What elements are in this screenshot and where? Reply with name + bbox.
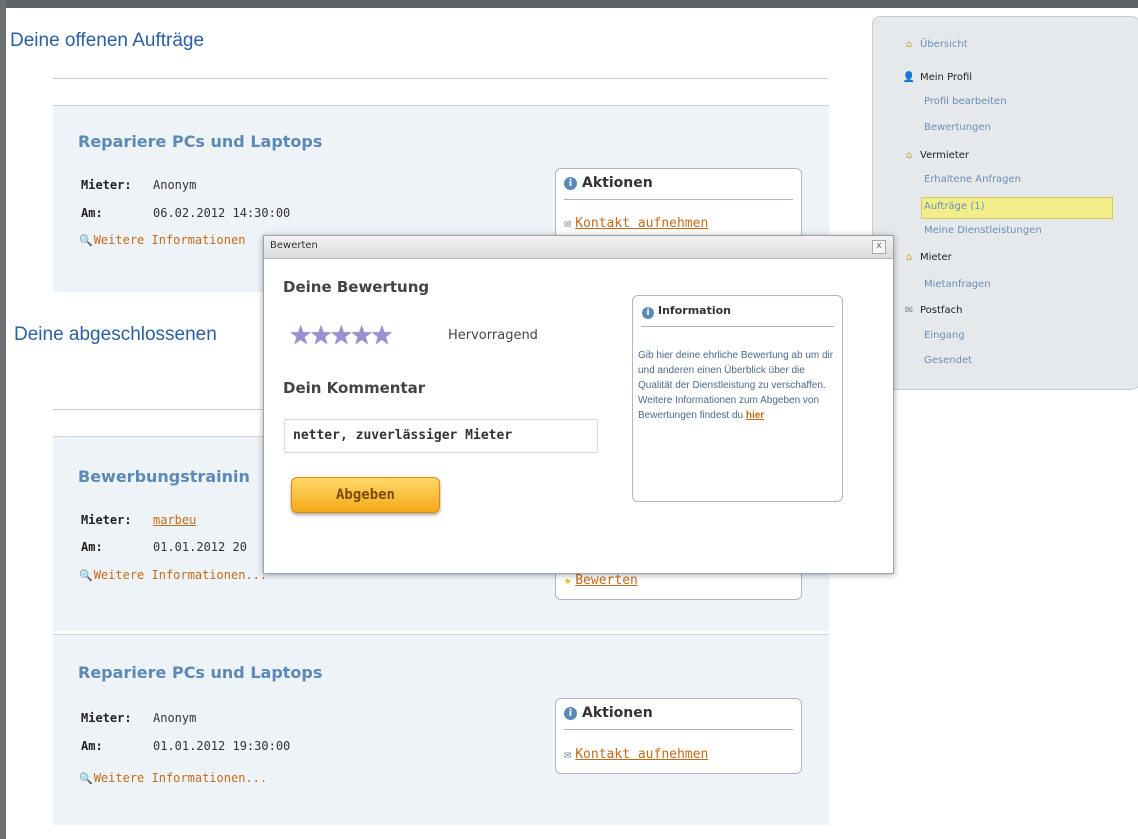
sidebar-item-my-services[interactable]: Meine Dienstleistungen [924, 225, 1042, 236]
rating-dialog: Bewerten x Deine Bewertung ★★★★★ Hervorr… [263, 235, 894, 574]
date-label: Am: [81, 540, 103, 554]
info-link[interactable]: hier [746, 410, 764, 421]
renter-value: Anonym [153, 178, 197, 192]
dialog-titlebar[interactable]: Bewerten x [264, 236, 893, 259]
info-icon: i [564, 177, 577, 190]
submit-button[interactable]: Abgeben [291, 477, 440, 513]
divider [564, 199, 793, 200]
date-label: Am: [81, 206, 103, 220]
closed-order-card: Repariere PCs und Laptops Mieter: Anonym… [53, 634, 829, 825]
info-box: i Information Gib hier deine ehrliche Bew… [632, 295, 843, 502]
divider [564, 729, 793, 730]
rate-label: Bewerten [575, 573, 638, 588]
actions-title-label: Aktionen [582, 175, 653, 191]
sidebar-item-overview[interactable]: ⌂ Übersicht [902, 39, 968, 50]
more-info-link[interactable]: 🔍Weitere Informationen... [79, 771, 267, 785]
more-info-link[interactable]: 🔍Weitere Informationen... [79, 568, 267, 582]
divider [53, 78, 829, 79]
sidebar-item-label: Mein Profil [920, 72, 973, 83]
sidebar-item-landlord[interactable]: ⌂ Vermieter [902, 150, 969, 161]
home-icon: ⌂ [905, 252, 913, 263]
card-title[interactable]: Repariere PCs und Laptops [78, 132, 322, 151]
info-icon: i [564, 707, 577, 720]
window-top-edge [0, 0, 1138, 8]
closed-orders-heading: Deine abgeschlossenen [14, 324, 217, 345]
rating-text: Hervorragend [448, 328, 538, 343]
date-label: Am: [81, 739, 103, 753]
user-icon: 👤 [902, 72, 916, 83]
renter-value: Anonym [153, 711, 197, 725]
rating-heading: Deine Bewertung [283, 278, 430, 296]
more-info-label: Weitere Informationen... [93, 568, 268, 582]
magnifier-icon: 🔍 [79, 234, 93, 247]
sidebar-item-ratings[interactable]: Bewertungen [924, 122, 991, 133]
sidebar-item-label: Mieter [920, 252, 952, 263]
date-value: 01.01.2012 20 [153, 540, 247, 554]
renter-value-link[interactable]: marbeu [153, 513, 196, 527]
mail-icon: ✉ [904, 305, 914, 316]
contact-link[interactable]: ✉ Kontakt aufnehmen [564, 747, 708, 762]
divider [641, 326, 834, 327]
comment-heading: Dein Kommentar [283, 379, 426, 397]
open-orders-heading: Deine offenen Aufträge [10, 30, 205, 51]
renter-label: Mieter: [81, 178, 132, 192]
mail-icon: ✉ [564, 747, 572, 761]
actions-box: i Aktionen ✉ Kontakt aufnehmen [555, 168, 802, 240]
actions-box: i Aktionen ✉ Kontakt aufnehmen [555, 698, 802, 774]
sidebar-item-mailbox[interactable]: ✉ Postfach [902, 305, 963, 316]
mail-icon: ✉ [564, 216, 572, 230]
more-info-label: Weitere Informationen... [93, 771, 268, 785]
info-title: i Information [642, 304, 731, 319]
more-info-link[interactable]: 🔍Weitere Informationen [79, 233, 245, 247]
sidebar-item-profile-edit[interactable]: Profil bearbeiten [924, 96, 1007, 107]
comment-input[interactable]: netter, zuverlässiger Mieter [284, 419, 598, 453]
star-icon[interactable]: ★ [370, 323, 393, 349]
more-info-label: Weitere Informationen [93, 233, 246, 247]
actions-title: i Aktionen [564, 175, 653, 191]
sidebar-item-label: Vermieter [920, 150, 970, 161]
info-icon: i [642, 307, 654, 319]
sidebar-item-sent[interactable]: Gesendet [924, 355, 972, 366]
magnifier-icon: 🔍 [79, 772, 93, 785]
date-value: 06.02.2012 14:30:00 [153, 206, 291, 220]
sidebar-item-profile[interactable]: 👤 Mein Profil [902, 72, 972, 83]
sidebar-item-label: Postfach [920, 305, 963, 316]
sidebar-item-label: Übersicht [920, 39, 968, 50]
home-icon: ⌂ [905, 39, 913, 50]
home-icon: ⌂ [905, 150, 913, 161]
magnifier-icon: 🔍 [79, 569, 93, 582]
info-text-body: Gib hier deine ehrliche Bewertung ab um … [638, 350, 834, 421]
renter-label: Mieter: [81, 711, 132, 725]
star-icon: ★ [564, 573, 572, 587]
contact-label: Kontakt aufnehmen [575, 216, 709, 231]
rate-link[interactable]: ★ Bewerten [564, 573, 638, 588]
contact-link[interactable]: ✉ Kontakt aufnehmen [564, 216, 708, 231]
actions-title: i Aktionen [564, 705, 653, 721]
date-value: 01.01.2012 19:30:00 [153, 739, 291, 753]
sidebar-item-inbox[interactable]: Eingang [924, 330, 965, 341]
card-title[interactable]: Repariere PCs und Laptops [78, 663, 322, 682]
info-title-label: Information [658, 304, 731, 317]
card-title[interactable]: Bewerbungstrainin [78, 467, 250, 486]
dialog-title: Bewerten [270, 240, 318, 251]
info-text: Gib hier deine ehrliche Bewertung ab um … [638, 348, 834, 423]
sidebar-item-orders[interactable]: Aufträge (1) [924, 201, 985, 212]
star-rating[interactable]: ★★★★★ [289, 323, 394, 349]
comment-value: netter, zuverlässiger Mieter [293, 428, 513, 443]
actions-title-label: Aktionen [582, 705, 653, 721]
sidebar-item-received-requests[interactable]: Erhaltene Anfragen [924, 174, 1021, 185]
close-icon[interactable]: x [872, 240, 886, 254]
renter-label: Mieter: [81, 513, 132, 527]
contact-label: Kontakt aufnehmen [575, 747, 709, 762]
sidebar-item-tenant[interactable]: ⌂ Mieter [902, 252, 952, 263]
sidebar-item-tenant-requests[interactable]: Mietanfragen [924, 279, 991, 290]
